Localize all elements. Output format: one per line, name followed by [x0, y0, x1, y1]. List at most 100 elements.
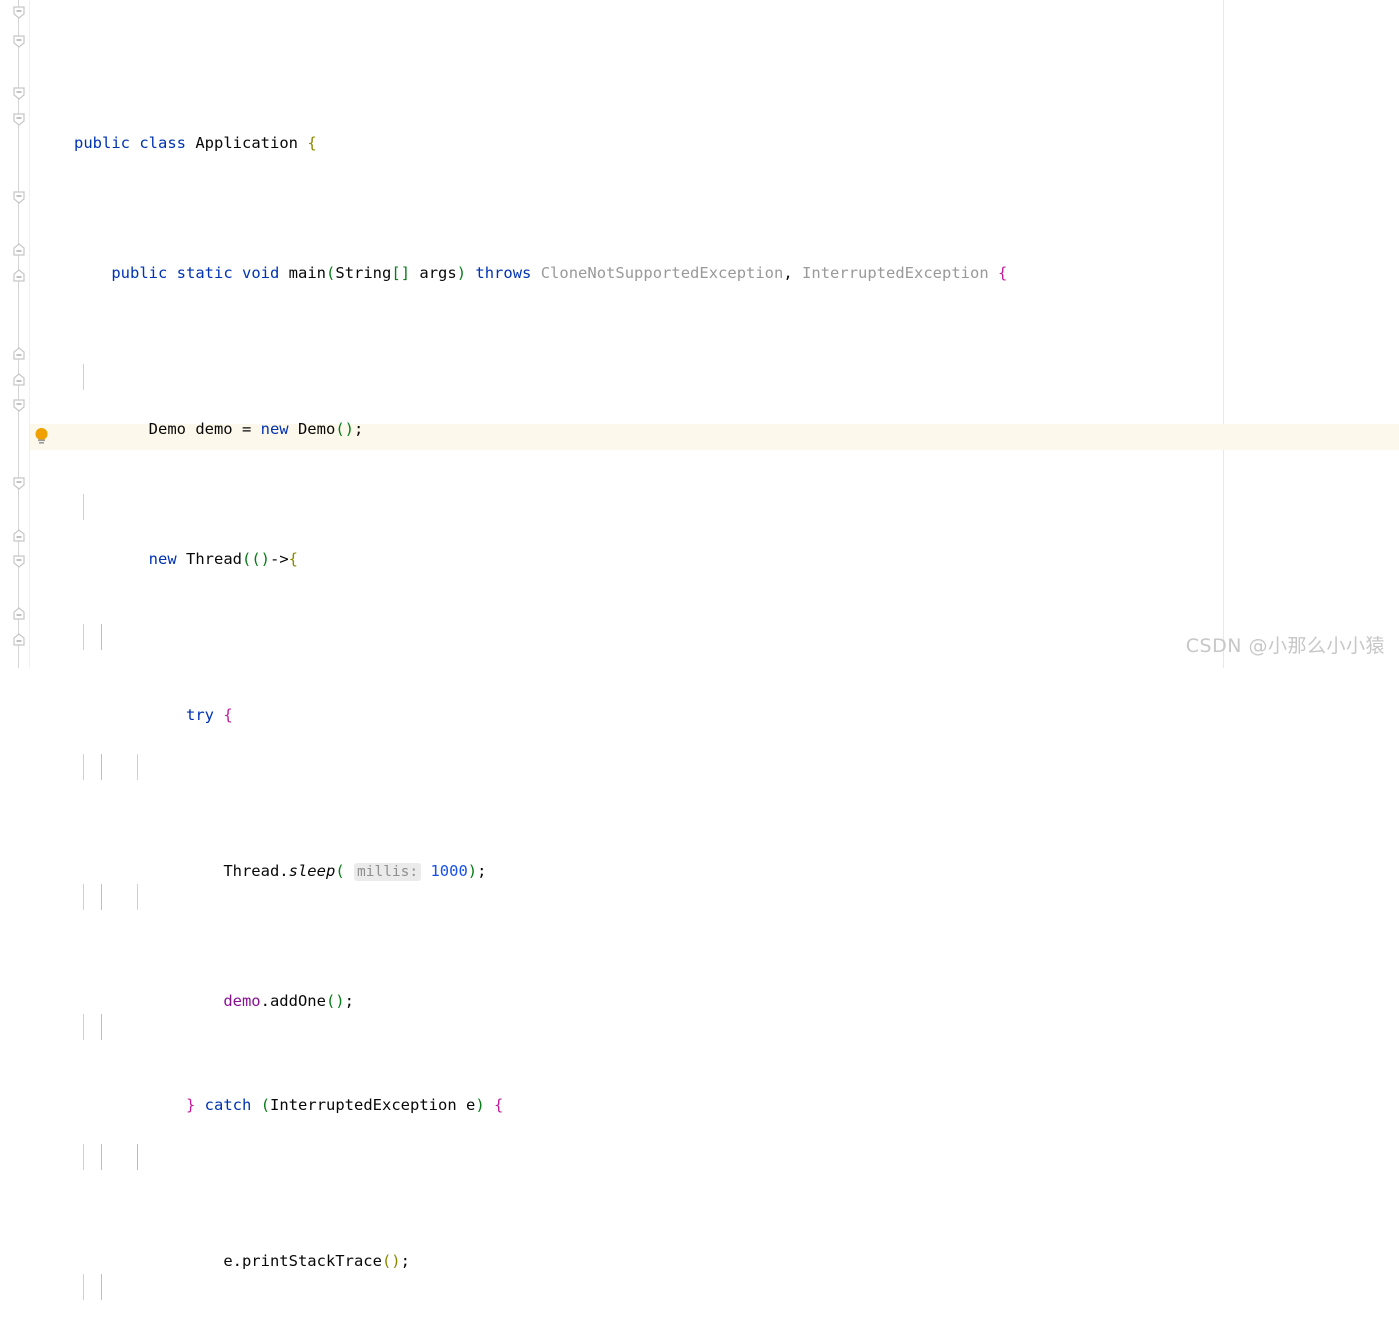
token-keyword: catch	[204, 1096, 252, 1114]
fold-marker-lambda-end[interactable]	[11, 268, 27, 284]
token-keyword: throws	[475, 264, 532, 282]
indent-guide	[83, 754, 84, 780]
indent-guide	[101, 624, 102, 650]
token-type: Thread	[176, 550, 242, 568]
token-type: Thread.	[223, 862, 289, 880]
fold-marker-class-demo[interactable]	[11, 398, 27, 414]
fold-marker-lambda-body[interactable]	[11, 86, 27, 102]
token-keyword: new	[148, 550, 177, 568]
token-paren: ((	[241, 550, 261, 568]
fold-marker-method-addone[interactable]	[11, 476, 27, 492]
token-brace: {	[288, 550, 299, 568]
fold-marker-method-main[interactable]	[11, 34, 27, 50]
indent-guide	[101, 754, 102, 780]
indent-guide	[83, 1274, 84, 1300]
token-grayed-type: CloneNotSupportedException	[531, 264, 784, 282]
token-paren: )	[467, 862, 478, 880]
intention-lightbulb-icon[interactable]	[33, 427, 50, 445]
indent-guide	[83, 494, 84, 520]
code-content[interactable]: public class Application { public static…	[0, 0, 1399, 1300]
token-paren: ()	[381, 1252, 401, 1270]
token-paren: ()	[325, 992, 345, 1010]
code-line-2[interactable]: public static void main(String[] args) t…	[0, 234, 1399, 282]
token-keyword: public	[111, 264, 168, 282]
fold-marker-catch-block[interactable]	[11, 190, 27, 206]
token-paren: )	[456, 264, 467, 282]
fold-marker-try-block[interactable]	[11, 112, 27, 128]
token-method: main	[279, 264, 327, 282]
indent-guide	[101, 1014, 102, 1040]
indent-guide	[83, 1014, 84, 1040]
token-keyword: static	[176, 264, 233, 282]
token-keyword: try	[185, 706, 214, 724]
indent-guide	[101, 1144, 102, 1170]
param-hint-millis: millis:	[354, 863, 422, 881]
token-paren: ()	[335, 420, 354, 438]
indent-guide	[137, 754, 138, 780]
code-line-6[interactable]: Thread.sleep( millis: 1000);	[0, 754, 1399, 881]
fold-marker-application-end[interactable]	[11, 372, 27, 388]
fold-marker-addone-end[interactable]	[11, 528, 27, 544]
code-line-10[interactable]: }	[0, 1274, 1399, 1300]
token-method: .addOne	[260, 992, 326, 1010]
token-type: Application	[186, 134, 308, 152]
token-type: InterruptedException e	[270, 1096, 476, 1114]
code-editor[interactable]: public class Application { public static…	[0, 0, 1399, 1300]
token-param: args	[410, 264, 457, 282]
token-variable: demo	[223, 992, 261, 1010]
token-method: e.printStackTrace	[223, 1252, 382, 1270]
token-paren: )	[475, 1096, 485, 1114]
indent-guide	[101, 1274, 102, 1300]
fold-marker-method-getnum[interactable]	[11, 554, 27, 570]
token-paren: (	[260, 1096, 271, 1114]
code-line-8[interactable]: } catch (InterruptedException e) {	[0, 1014, 1399, 1114]
token-keyword: void	[242, 264, 280, 282]
indent-guide	[83, 884, 84, 910]
fold-marker-main-end[interactable]	[11, 346, 27, 362]
indent-guide	[83, 624, 84, 650]
token-type: String	[335, 264, 392, 282]
token-brace: {	[494, 1096, 504, 1114]
code-line-3[interactable]: Demo demo = new Demo();	[0, 364, 1399, 438]
code-line-7[interactable]: demo.addOne();	[0, 884, 1399, 1010]
gutter-edge-line	[29, 0, 30, 668]
token-keyword: new	[260, 420, 289, 438]
indent-guide	[83, 364, 84, 390]
fold-marker-class-application[interactable]	[11, 5, 27, 21]
code-line-9[interactable]: e.printStackTrace();	[0, 1144, 1399, 1270]
token-keyword: public	[74, 134, 130, 152]
token-type: Demo	[288, 420, 336, 438]
fold-marker-demo-end[interactable]	[11, 632, 27, 648]
csdn-watermark: CSDN @小那么小小猿	[1185, 635, 1385, 657]
token-brace: {	[307, 134, 317, 152]
token-paren: (	[326, 264, 336, 282]
token-brace: {	[998, 264, 1008, 282]
token-type: Demo demo =	[148, 420, 261, 438]
token-paren: )	[260, 550, 270, 568]
token-brace: }	[185, 1096, 196, 1114]
indent-guide	[83, 1144, 84, 1170]
editor-gutter[interactable]	[0, 0, 30, 668]
token-arrow: ->	[270, 550, 289, 568]
token-number: 1000	[430, 862, 468, 880]
fold-marker-getnum-end[interactable]	[11, 606, 27, 622]
indent-guide	[137, 884, 138, 910]
code-line-1[interactable]: public class Application {	[0, 104, 1399, 152]
code-line-4[interactable]: new Thread(()->{	[0, 494, 1399, 568]
token-grayed-type: InterruptedException	[802, 264, 989, 282]
indent-guide	[137, 1144, 138, 1170]
token-paren: (	[335, 862, 345, 880]
indent-guide	[101, 884, 102, 910]
token-keyword: class	[139, 134, 187, 152]
token-brace: {	[223, 706, 233, 724]
token-static-method: sleep	[288, 862, 336, 880]
fold-marker-try-end[interactable]	[11, 242, 27, 258]
